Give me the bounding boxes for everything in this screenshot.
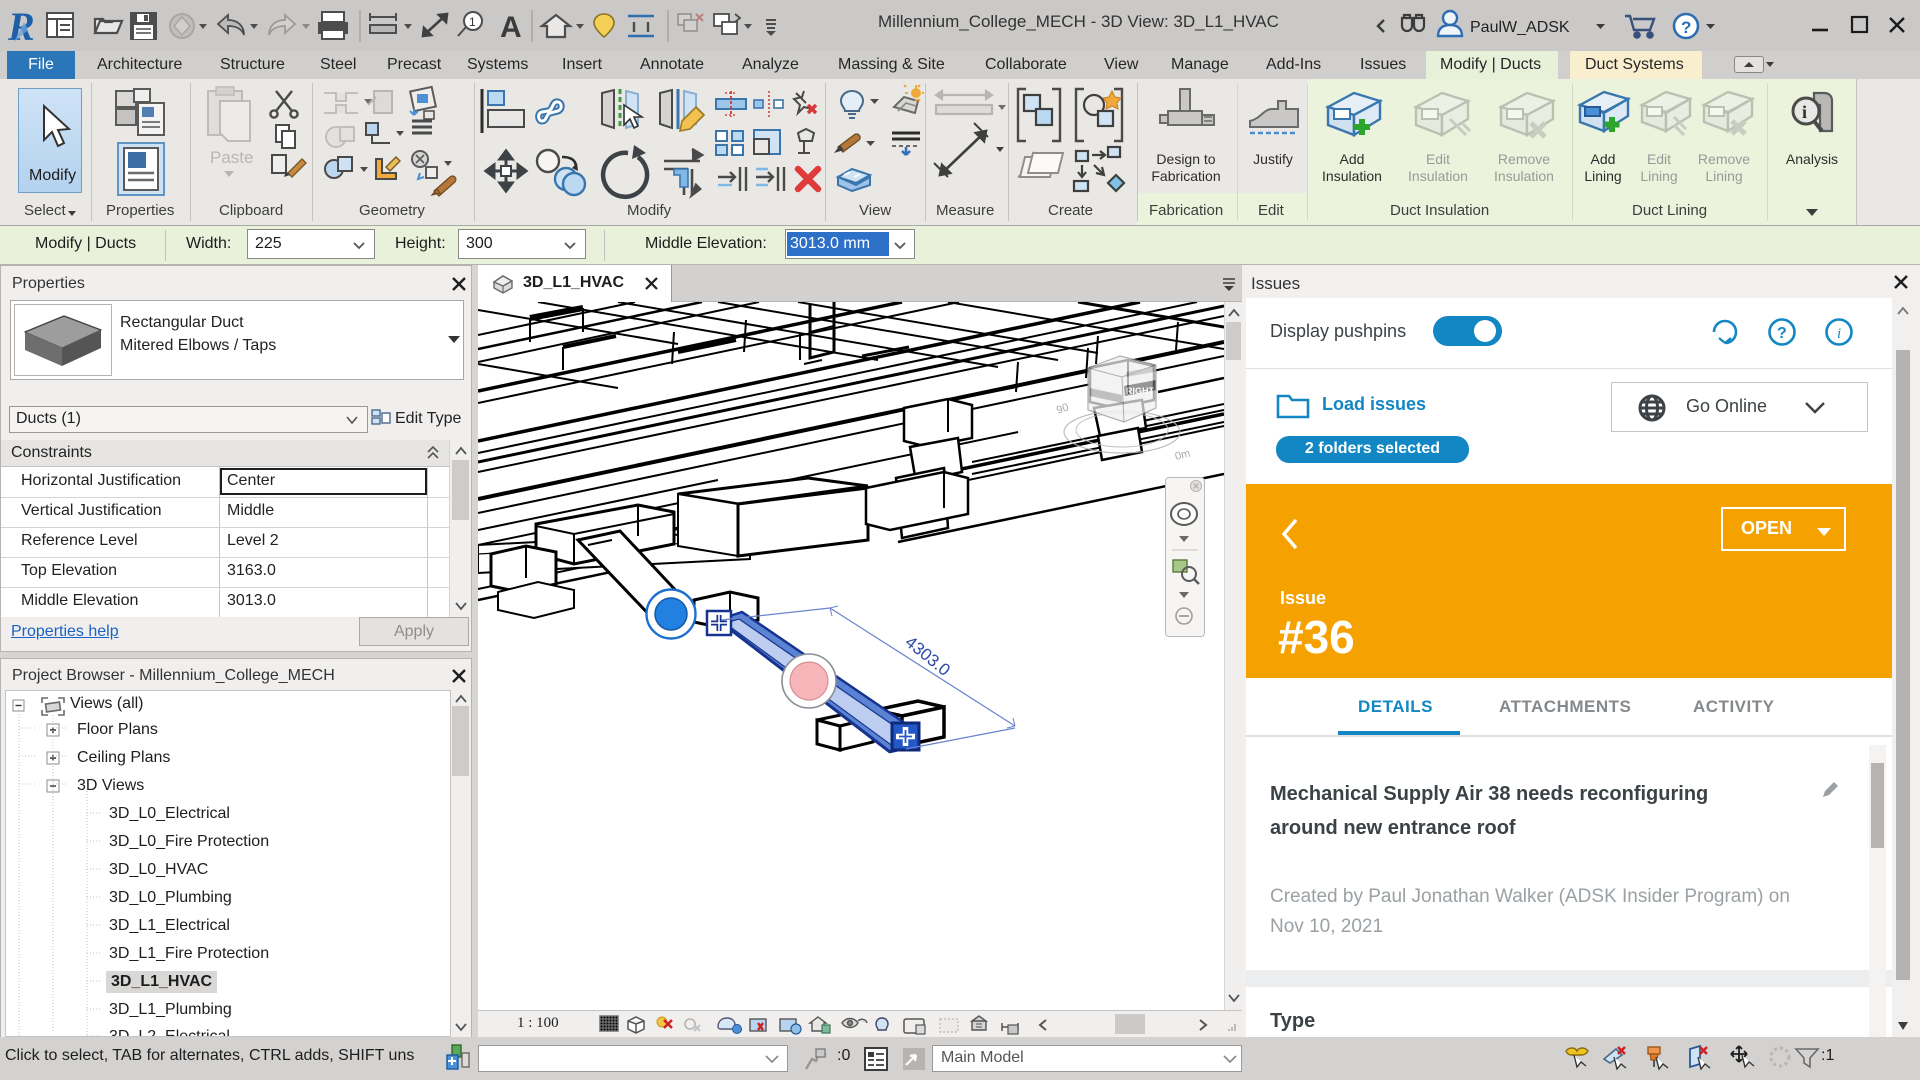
svg-text:0m: 0m xyxy=(1174,448,1192,463)
svg-text:i: i xyxy=(1837,326,1841,342)
svg-text:RIGHT: RIGHT xyxy=(1126,386,1155,396)
svg-text:?: ? xyxy=(1777,325,1787,342)
svg-text:?: ? xyxy=(1681,18,1691,37)
svg-text:Modify: Modify xyxy=(29,167,76,184)
svg-text:90: 90 xyxy=(1055,401,1071,416)
svg-text:4303.0: 4303.0 xyxy=(901,632,953,679)
svg-text:PaulW_ADSK: PaulW_ADSK xyxy=(1470,19,1570,36)
svg-text:R: R xyxy=(7,4,35,49)
svg-text:Paste: Paste xyxy=(210,148,253,167)
svg-text:A: A xyxy=(500,11,522,44)
svg-text:1: 1 xyxy=(469,15,476,29)
svg-text:i: i xyxy=(1802,102,1807,122)
